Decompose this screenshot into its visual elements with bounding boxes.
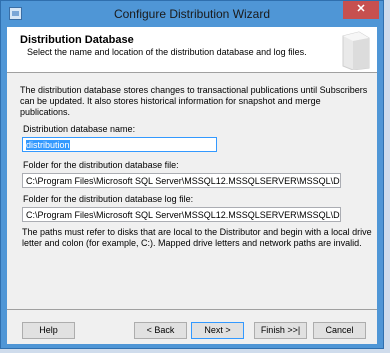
wizard-header: Distribution Database Select the name an… <box>7 27 377 73</box>
wizard-body: Distribution Database Select the name an… <box>7 27 377 344</box>
footer-divider <box>7 309 377 310</box>
page-title: Distribution Database <box>20 34 134 46</box>
page-subtitle: Select the name and location of the dist… <box>27 47 307 57</box>
cancel-button[interactable]: Cancel <box>313 322 366 339</box>
data-folder-label: Folder for the distribution database fil… <box>23 160 179 170</box>
wizard-window: Configure Distribution Wizard ✕ Distribu… <box>0 0 384 349</box>
log-folder-label: Folder for the distribution database log… <box>23 194 194 204</box>
db-name-input[interactable]: distribution <box>22 137 217 152</box>
back-button[interactable]: < Back <box>134 322 187 339</box>
window-title: Configure Distribution Wizard <box>113 7 271 21</box>
help-button[interactable]: Help <box>22 322 75 339</box>
page-description: The distribution database stores changes… <box>20 85 368 117</box>
db-name-label: Distribution database name: <box>23 124 136 134</box>
log-folder-input[interactable]: C:\Program Files\Microsoft SQL Server\MS… <box>22 207 341 222</box>
db-name-value: distribution <box>26 140 70 150</box>
close-button[interactable]: ✕ <box>343 1 379 19</box>
title-bar[interactable]: Configure Distribution Wizard ✕ <box>1 1 383 27</box>
server-graphic-icon <box>342 31 370 70</box>
finish-button[interactable]: Finish >>| <box>254 322 307 339</box>
path-note: The paths must refer to disks that are l… <box>22 227 372 248</box>
next-button[interactable]: Next > <box>191 322 244 339</box>
data-folder-input[interactable]: C:\Program Files\Microsoft SQL Server\MS… <box>22 173 341 188</box>
